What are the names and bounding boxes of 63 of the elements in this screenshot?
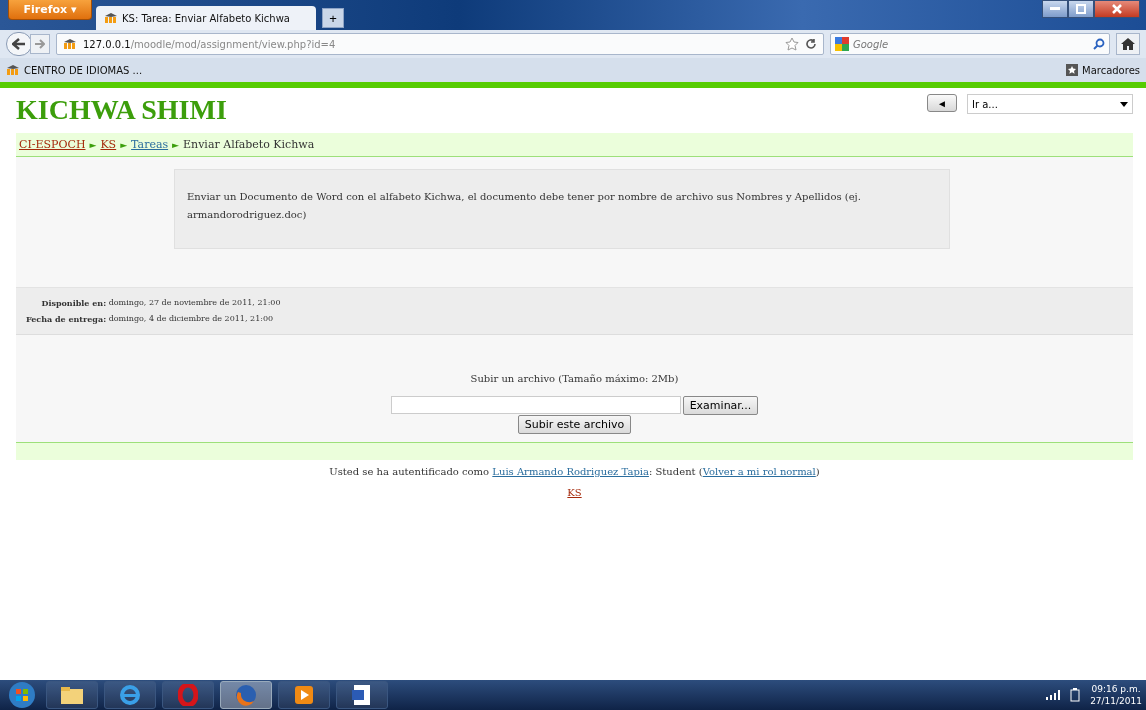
close-button[interactable] bbox=[1094, 0, 1140, 18]
back-button[interactable]: ◄ bbox=[927, 94, 957, 112]
star-icon bbox=[785, 37, 799, 51]
home-button[interactable] bbox=[1116, 33, 1140, 55]
login-info: Usted se ha autentificado como Luis Armando Rodriguez Tapia: Student (Volver a mi rol normal) bbox=[328, 466, 821, 477]
close-icon bbox=[1112, 4, 1122, 14]
taskbar-app-button[interactable] bbox=[46, 681, 98, 709]
date-label: Fecha de entrega: bbox=[26, 314, 107, 324]
file-field[interactable] bbox=[390, 396, 681, 414]
play-icon bbox=[294, 685, 314, 705]
forward-arrow-icon bbox=[35, 39, 45, 49]
return-role-link[interactable]: Volver a mi rol normal bbox=[702, 466, 816, 477]
moodle-logo-icon bbox=[104, 12, 118, 24]
folder-icon bbox=[60, 685, 84, 705]
tab-title: KS: Tarea: Enviar Alfabeto Kichwa bbox=[122, 12, 290, 24]
restore-icon bbox=[1076, 4, 1086, 14]
globe-e-icon bbox=[119, 684, 141, 706]
breadcrumb-link[interactable]: CI-ESPOCH bbox=[19, 138, 86, 151]
date-value: domingo, 4 de diciembre de 2011, 21:00 bbox=[107, 314, 275, 324]
browse-button[interactable]: Examinar... bbox=[682, 396, 759, 415]
star-icon bbox=[1066, 64, 1078, 76]
separator-text: ► bbox=[89, 139, 97, 150]
taskbar-app-button[interactable] bbox=[336, 681, 388, 709]
moodle-logo-icon bbox=[63, 38, 77, 50]
document-icon bbox=[351, 684, 373, 706]
search-icon bbox=[1093, 38, 1105, 50]
breadcrumb-current: Enviar Alfabeto Kichwa bbox=[183, 138, 315, 151]
fox-globe-icon bbox=[235, 684, 257, 706]
separator-text: ► bbox=[120, 139, 128, 150]
browser-tab[interactable]: KS: Tarea: Enviar Alfabeto Kichwa bbox=[96, 6, 316, 30]
address-field[interactable]: 127.0.0.1/moodle/mod/assignment/view.php?id=4 bbox=[56, 33, 824, 55]
intro-text: Enviar un Documento de Word con el alfabeto Kichwa, el documento debe tener por nombre de archivo sus Nombres y Apellidos (ej. armandorodriguez.doc) bbox=[174, 169, 950, 249]
breadcrumb-link[interactable]: Tareas bbox=[131, 138, 169, 151]
site-title: KICHWA SHIMI bbox=[16, 94, 227, 126]
jump-select[interactable]: Ir a... bbox=[967, 94, 1133, 114]
date-label: Disponible en: bbox=[40, 298, 107, 308]
battery-icon bbox=[1070, 688, 1081, 702]
ring-icon bbox=[178, 684, 198, 706]
user-link[interactable]: Luis Armando Rodriguez Tapia bbox=[492, 466, 649, 477]
submit-button[interactable]: Subir este archivo bbox=[517, 415, 632, 434]
bookmarks-menu[interactable]: Marcadores bbox=[1066, 64, 1140, 76]
date-value: domingo, 27 de noviembre de 2011, 21:00 bbox=[107, 298, 282, 308]
back-arrow-icon bbox=[12, 38, 26, 50]
search-field[interactable]: Google bbox=[830, 33, 1110, 55]
upload-title: Subir un archivo (Tamaño máximo: 2Mb) bbox=[470, 373, 679, 384]
back-button[interactable] bbox=[6, 32, 32, 56]
taskbar-app-button[interactable] bbox=[278, 681, 330, 709]
home-link[interactable]: KS bbox=[567, 487, 582, 498]
bookmark-link[interactable]: CENTRO DE IDIOMAS ... bbox=[6, 64, 143, 76]
caret-icon bbox=[1120, 101, 1128, 107]
home-icon bbox=[1121, 38, 1135, 50]
google-logo-icon bbox=[835, 37, 849, 51]
separator-text: ► bbox=[172, 139, 180, 150]
network-signal-icon bbox=[1046, 690, 1061, 700]
url-text: 127.0.0.1/moodle/mod/assignment/view.php?id=4 bbox=[83, 38, 336, 50]
moodle-logo-icon bbox=[6, 64, 20, 76]
minimize-icon bbox=[1050, 7, 1060, 11]
clock: 09:16 p.m. 27/11/2011 bbox=[1090, 683, 1142, 707]
minimize-button[interactable] bbox=[1042, 0, 1068, 18]
restore-button[interactable] bbox=[1068, 0, 1094, 18]
breadcrumb-link[interactable]: KS bbox=[100, 138, 117, 151]
reload-icon bbox=[805, 38, 817, 50]
new-tab-button[interactable]: + bbox=[322, 8, 344, 28]
